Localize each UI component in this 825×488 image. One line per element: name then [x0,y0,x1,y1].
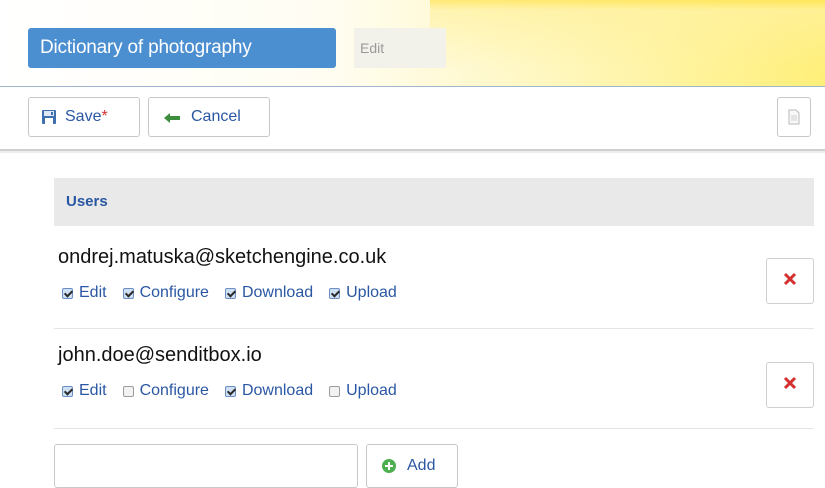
add-label: Add [407,457,436,474]
remove-user-button[interactable] [766,258,814,304]
red-x-icon [783,272,797,291]
edit-checkbox[interactable] [62,385,73,397]
add-user-button[interactable]: Add [366,444,458,488]
perm-upload[interactable]: Upload [329,284,397,302]
document-icon [787,109,801,125]
perm-label: Edit [79,284,107,301]
permission-list: Edit Configure Download Upload [62,380,413,402]
cancel-button[interactable]: Cancel [148,97,270,137]
user-email: ondrej.matuska@sketchengine.co.uk [58,246,387,268]
perm-download[interactable]: Download [224,284,314,302]
arrow-left-icon [163,111,181,123]
users-section-heading: Users [54,178,814,226]
dictionary-title: Dictionary of photography [28,28,336,68]
upload-checkbox[interactable] [329,385,341,397]
upload-checkbox[interactable] [329,287,341,299]
add-user-input[interactable] [54,444,358,488]
perm-label: Configure [139,382,209,399]
perm-configure[interactable]: Configure [122,382,209,400]
perm-upload[interactable]: Upload [329,382,397,400]
permission-list: Edit Configure Download Upload [62,282,413,304]
perm-label: Configure [139,284,209,301]
perm-edit[interactable]: Edit [62,382,107,400]
configure-checkbox[interactable] [122,287,134,299]
user-row: john.doe@senditbox.io Edit Configure Dow… [54,342,814,426]
user-row: ondrej.matuska@sketchengine.co.uk Edit C… [54,244,814,328]
remove-user-button[interactable] [766,362,814,408]
toolbar-shadow-soft [0,151,825,153]
perm-label: Edit [79,382,107,399]
download-checkbox[interactable] [224,385,236,397]
document-button[interactable] [777,97,811,137]
edit-mode-label: Edit [354,28,446,68]
save-text: Save [65,108,102,125]
row-divider [54,328,814,329]
perm-configure[interactable]: Configure [122,284,209,302]
floppy-disk-icon [41,109,57,125]
perm-label: Download [241,382,314,399]
perm-label: Download [241,284,314,301]
perm-download[interactable]: Download [224,382,314,400]
red-x-icon [783,376,797,395]
save-button[interactable]: Save* [28,97,140,137]
user-email: john.doe@senditbox.io [58,344,262,366]
perm-label: Upload [346,284,397,301]
cancel-label: Cancel [191,108,241,125]
edit-checkbox[interactable] [62,287,73,299]
row-divider [54,428,814,429]
configure-checkbox[interactable] [122,385,134,397]
green-plus-circle-icon [381,458,397,474]
save-label: Save* [65,108,108,126]
perm-label: Upload [346,382,397,399]
download-checkbox[interactable] [224,287,236,299]
unsaved-marker: * [101,108,108,125]
perm-edit[interactable]: Edit [62,284,107,302]
